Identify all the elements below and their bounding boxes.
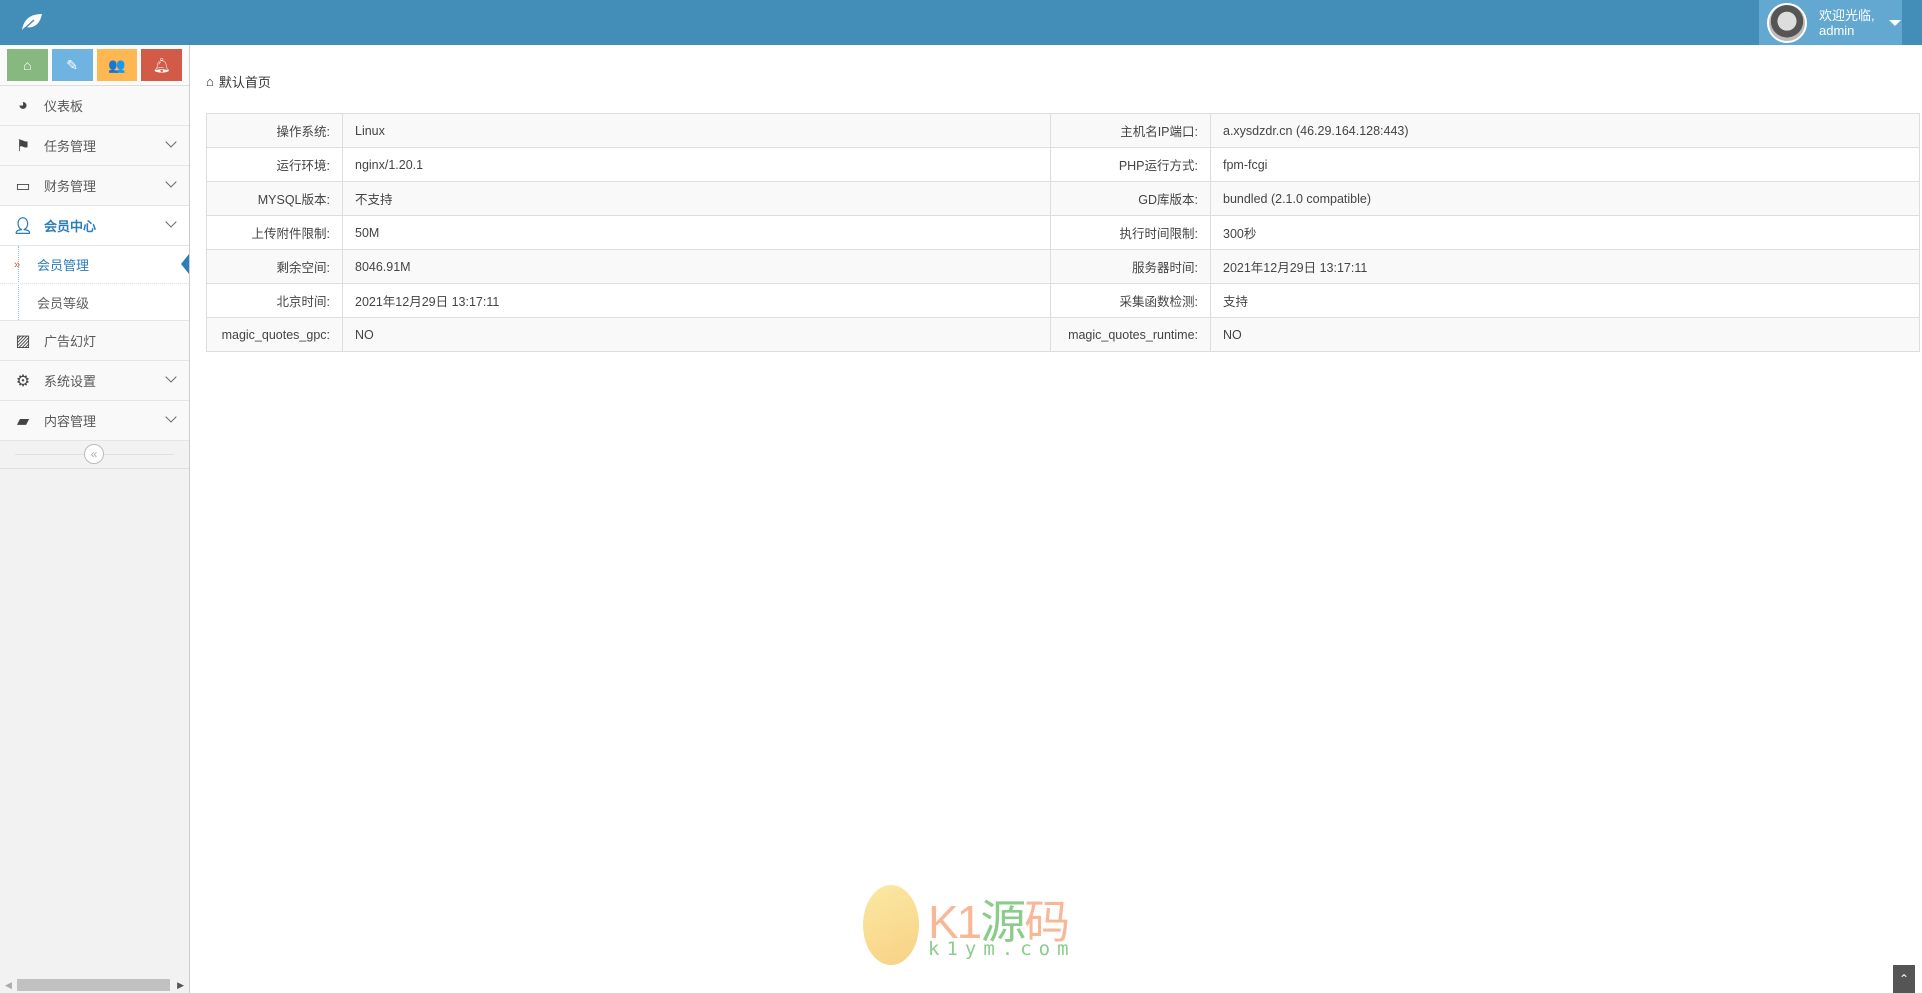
submenu-item-member-levels[interactable]: 会员等级 — [0, 283, 189, 320]
bell-icon: 🔔︎ — [152, 56, 171, 73]
sidebar-item-ads[interactable]: ▨ 广告幻灯 — [0, 321, 189, 361]
server-info-table: 操作系统: Linux 主机名IP端口: a.xysdzdr.cn (46.29.16… — [206, 113, 1920, 352]
members-submenu: » 会员管理 会员等级 — [0, 246, 189, 321]
table-row: 操作系统: Linux 主机名IP端口: a.xysdzdr.cn (46.29.16… — [206, 113, 1920, 148]
breadcrumb-home[interactable]: 默认首页 — [219, 72, 271, 91]
sidebar-item-content[interactable]: ▰ 内容管理 — [0, 401, 189, 441]
user-menu[interactable]: 欢迎光临, admin — [1759, 0, 1902, 45]
leaf-logo-icon[interactable] — [20, 12, 44, 32]
sidebar-item-dashboard[interactable]: ◕ 仪表板 — [0, 86, 189, 126]
pencil-shortcut-button[interactable]: ✎ — [51, 49, 93, 81]
double-angle-right-icon: » — [14, 258, 21, 271]
sidebar-item-label: 仪表板 — [44, 99, 84, 114]
sidebar-item-label: 系统设置 — [44, 374, 97, 389]
table-row: 剩余空间: 8046.91M 服务器时间: 2021年12月29日 13:17:11 — [206, 249, 1920, 284]
sidebar-item-tasks[interactable]: ⚑ 任务管理 — [0, 126, 189, 166]
watermark-logo: K1源码 k1ym.com — [860, 880, 1070, 970]
scroll-left-icon[interactable]: ◀ — [5, 980, 12, 991]
gear-icon: ⚙ — [15, 372, 31, 390]
flag-icon: ⚑ — [15, 137, 31, 155]
users-shortcut-button[interactable]: 👥 — [96, 49, 138, 81]
info-label: magic_quotes_runtime: — [1050, 317, 1211, 352]
caret-down-icon — [1888, 19, 1901, 26]
info-label: 运行环境: — [206, 147, 343, 182]
info-value: 8046.91M — [342, 249, 1051, 284]
info-value: 不支持 — [342, 181, 1051, 216]
sidebar-item-members[interactable]: 👤︎ 会员中心 — [0, 206, 189, 246]
sidebar-item-label: 广告幻灯 — [44, 334, 97, 349]
info-value: 2021年12月29日 13:17:11 — [1210, 249, 1920, 284]
sidebar-item-label: 会员中心 — [44, 219, 97, 234]
info-label: 服务器时间: — [1050, 249, 1211, 284]
book-icon: ▰ — [16, 412, 30, 430]
table-row: 北京时间: 2021年12月29日 13:17:11 采集函数检测: 支持 — [206, 283, 1920, 318]
table-row: 上传附件限制: 50M 执行时间限制: 300秒 — [206, 215, 1920, 250]
avatar — [1767, 2, 1807, 43]
info-value: NO — [1210, 317, 1920, 352]
info-value: 300秒 — [1210, 215, 1920, 250]
info-label: magic_quotes_gpc: — [206, 317, 343, 352]
top-navbar: 欢迎光临, admin — [0, 0, 1922, 45]
bell-shortcut-button[interactable]: 🔔︎ — [141, 49, 182, 81]
info-label: 剩余空间: — [206, 249, 343, 284]
sidebar-item-label: 内容管理 — [44, 414, 97, 429]
scrollbar-thumb[interactable] — [17, 979, 170, 991]
double-angle-up-icon: ⌃ — [1898, 972, 1910, 986]
info-value: 2021年12月29日 13:17:11 — [342, 283, 1051, 318]
chevron-down-icon — [165, 216, 177, 228]
sidebar-item-label: 财务管理 — [44, 179, 97, 194]
user-icon: 👤︎ — [12, 217, 34, 235]
info-label: 操作系统: — [206, 113, 343, 148]
watermark-domain: k1ym.com — [928, 938, 1076, 960]
breadcrumb: ⌂ 默认首页 — [206, 72, 271, 91]
info-label: PHP运行方式: — [1050, 147, 1211, 182]
info-label: 上传附件限制: — [206, 215, 343, 250]
horizontal-scrollbar[interactable]: ◀ ▶ — [0, 978, 189, 993]
hdd-icon: ▭ — [15, 177, 31, 195]
sidebar: ⌂ ✎ 👥 🔔︎ ◕ 仪表板 ⚑ 任务管理 ▭ 财务管理 👤︎ 会员中心 » 会员管理 会… — [0, 45, 190, 993]
table-row: MYSQL版本: 不支持 GD库版本: bundled (2.1.0 compatib… — [206, 181, 1920, 216]
dashboard-icon: ◕ — [18, 96, 28, 114]
submenu-item-label: 会员管理 — [37, 258, 90, 273]
chevron-down-icon — [165, 371, 177, 383]
home-shortcut-button[interactable]: ⌂ — [7, 49, 48, 81]
info-label: 北京时间: — [206, 283, 343, 318]
info-label: GD库版本: — [1050, 181, 1211, 216]
info-label: MYSQL版本: — [206, 181, 343, 216]
info-value: 50M — [342, 215, 1051, 250]
username: admin — [1819, 22, 1855, 38]
info-value: nginx/1.20.1 — [342, 147, 1051, 182]
users-icon: 👥 — [108, 56, 126, 73]
sidebar-collapse: « — [0, 441, 189, 469]
scroll-right-icon[interactable]: ▶ — [177, 980, 184, 991]
info-value: Linux — [342, 113, 1051, 148]
info-value: NO — [342, 317, 1051, 352]
chevron-down-icon — [165, 136, 177, 148]
info-value: bundled (2.1.0 compatible) — [1210, 181, 1920, 216]
sidebar-item-finance[interactable]: ▭ 财务管理 — [0, 166, 189, 206]
chevron-down-icon — [165, 411, 177, 423]
pencil-icon: ✎ — [66, 56, 78, 73]
sidebar-item-label: 任务管理 — [44, 139, 97, 154]
home-icon: ⌂ — [23, 57, 32, 73]
sidebar-item-settings[interactable]: ⚙ 系统设置 — [0, 361, 189, 401]
submenu-item-member-management[interactable]: » 会员管理 — [0, 246, 189, 283]
chevron-down-icon — [165, 176, 177, 188]
submenu-item-label: 会员等级 — [37, 295, 90, 311]
shortcut-buttons: ⌂ ✎ 👥 🔔︎ — [0, 45, 189, 86]
info-label: 采集函数检测: — [1050, 283, 1211, 318]
info-label: 执行时间限制: — [1050, 215, 1211, 250]
collapse-sidebar-button[interactable]: « — [84, 444, 104, 464]
info-value: 支持 — [1210, 283, 1920, 318]
picture-icon: ▨ — [15, 332, 31, 350]
table-row: 运行环境: nginx/1.20.1 PHP运行方式: fpm-fcgi — [206, 147, 1920, 182]
info-value: a.xysdzdr.cn (46.29.164.128:443) — [1210, 113, 1920, 148]
welcome-text: 欢迎光临, — [1819, 7, 1875, 23]
table-row: magic_quotes_gpc: NO magic_quotes_runtime:… — [206, 317, 1920, 352]
info-value: fpm-fcgi — [1210, 147, 1920, 182]
scroll-to-top-button[interactable]: ⌃ — [1893, 965, 1915, 993]
info-label: 主机名IP端口: — [1050, 113, 1211, 148]
home-icon: ⌂ — [206, 74, 214, 89]
egg-logo-icon — [863, 885, 919, 965]
